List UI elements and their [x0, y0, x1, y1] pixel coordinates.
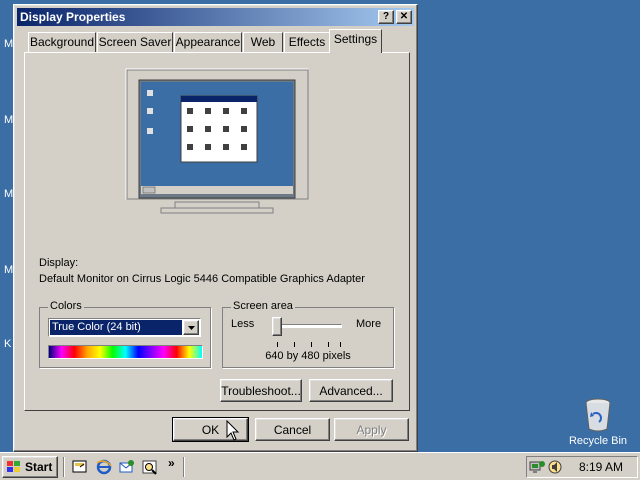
- screen-area-slider-track[interactable]: [272, 324, 342, 328]
- tab-appearance[interactable]: Appearance: [174, 32, 242, 52]
- search-icon[interactable]: [142, 459, 158, 475]
- tab-web[interactable]: Web: [243, 32, 283, 52]
- tab-screen-saver[interactable]: Screen Saver: [97, 32, 173, 52]
- display-settings-tray-icon[interactable]: [529, 459, 547, 475]
- outlook-express-icon[interactable]: [119, 459, 135, 475]
- colors-selected-value: True Color (24 bit): [50, 320, 182, 335]
- taskbar-separator: [183, 457, 185, 477]
- slider-tick: [311, 342, 312, 347]
- display-label: Display:: [39, 257, 79, 269]
- screen-area-group-label: Screen area: [231, 300, 295, 312]
- window-title: Display Properties: [20, 10, 126, 24]
- color-spectrum-preview: [48, 345, 203, 359]
- monitor-preview: [125, 68, 309, 214]
- tab-settings[interactable]: Settings: [329, 29, 382, 53]
- screen-area-more-label: More: [356, 318, 382, 330]
- system-tray: 8:19 AM: [526, 456, 638, 478]
- monitor-icon: [125, 68, 309, 214]
- tab-effects[interactable]: Effects: [284, 32, 330, 52]
- tab-background[interactable]: Background: [28, 32, 96, 52]
- taskbar: Start » 8:19 AM: [0, 452, 640, 480]
- screen-area-slider-thumb[interactable]: [272, 317, 282, 336]
- screen-area-less-label: Less: [231, 318, 255, 330]
- start-button[interactable]: Start: [2, 456, 58, 478]
- clock[interactable]: 8:19 AM: [579, 460, 623, 474]
- desktop-icon-label[interactable]: K: [4, 338, 11, 350]
- start-label: Start: [25, 460, 53, 474]
- screen-resolution-value: 640 by 480 pixels: [265, 350, 351, 362]
- desktop-icon-label[interactable]: M: [4, 188, 13, 200]
- close-button[interactable]: ✕: [396, 10, 412, 24]
- volume-tray-icon[interactable]: [548, 460, 562, 474]
- colors-group-label: Colors: [48, 300, 84, 312]
- recycle-bin-icon: [585, 398, 611, 432]
- slider-tick: [294, 342, 295, 347]
- show-desktop-icon[interactable]: [72, 459, 88, 475]
- chevron-down-icon: [187, 325, 195, 330]
- display-adapter-name: Default Monitor on Cirrus Logic 5446 Com…: [39, 273, 365, 285]
- mouse-cursor-icon: [226, 420, 240, 441]
- close-icon: ✕: [399, 11, 409, 22]
- title-bar[interactable]: Display Properties ? ✕: [17, 8, 414, 26]
- help-icon: ?: [382, 11, 390, 22]
- taskbar-separator: [63, 457, 65, 477]
- apply-button[interactable]: Apply: [334, 418, 409, 441]
- quick-launch-more-chevron[interactable]: »: [168, 456, 175, 470]
- troubleshoot-button[interactable]: Troubleshoot...: [220, 379, 302, 402]
- colors-dropdown-button[interactable]: [183, 320, 199, 335]
- slider-tick: [340, 342, 341, 347]
- internet-explorer-icon[interactable]: [96, 459, 112, 475]
- recycle-bin[interactable]: Recycle Bin: [566, 398, 630, 450]
- help-button[interactable]: ?: [378, 10, 394, 24]
- advanced-button[interactable]: Advanced...: [309, 379, 393, 402]
- colors-select[interactable]: True Color (24 bit): [48, 318, 201, 337]
- windows-logo-icon: [7, 461, 20, 472]
- slider-tick: [328, 342, 329, 347]
- cancel-button[interactable]: Cancel: [255, 418, 330, 441]
- recycle-bin-label: Recycle Bin: [568, 435, 628, 447]
- slider-tick: [277, 342, 278, 347]
